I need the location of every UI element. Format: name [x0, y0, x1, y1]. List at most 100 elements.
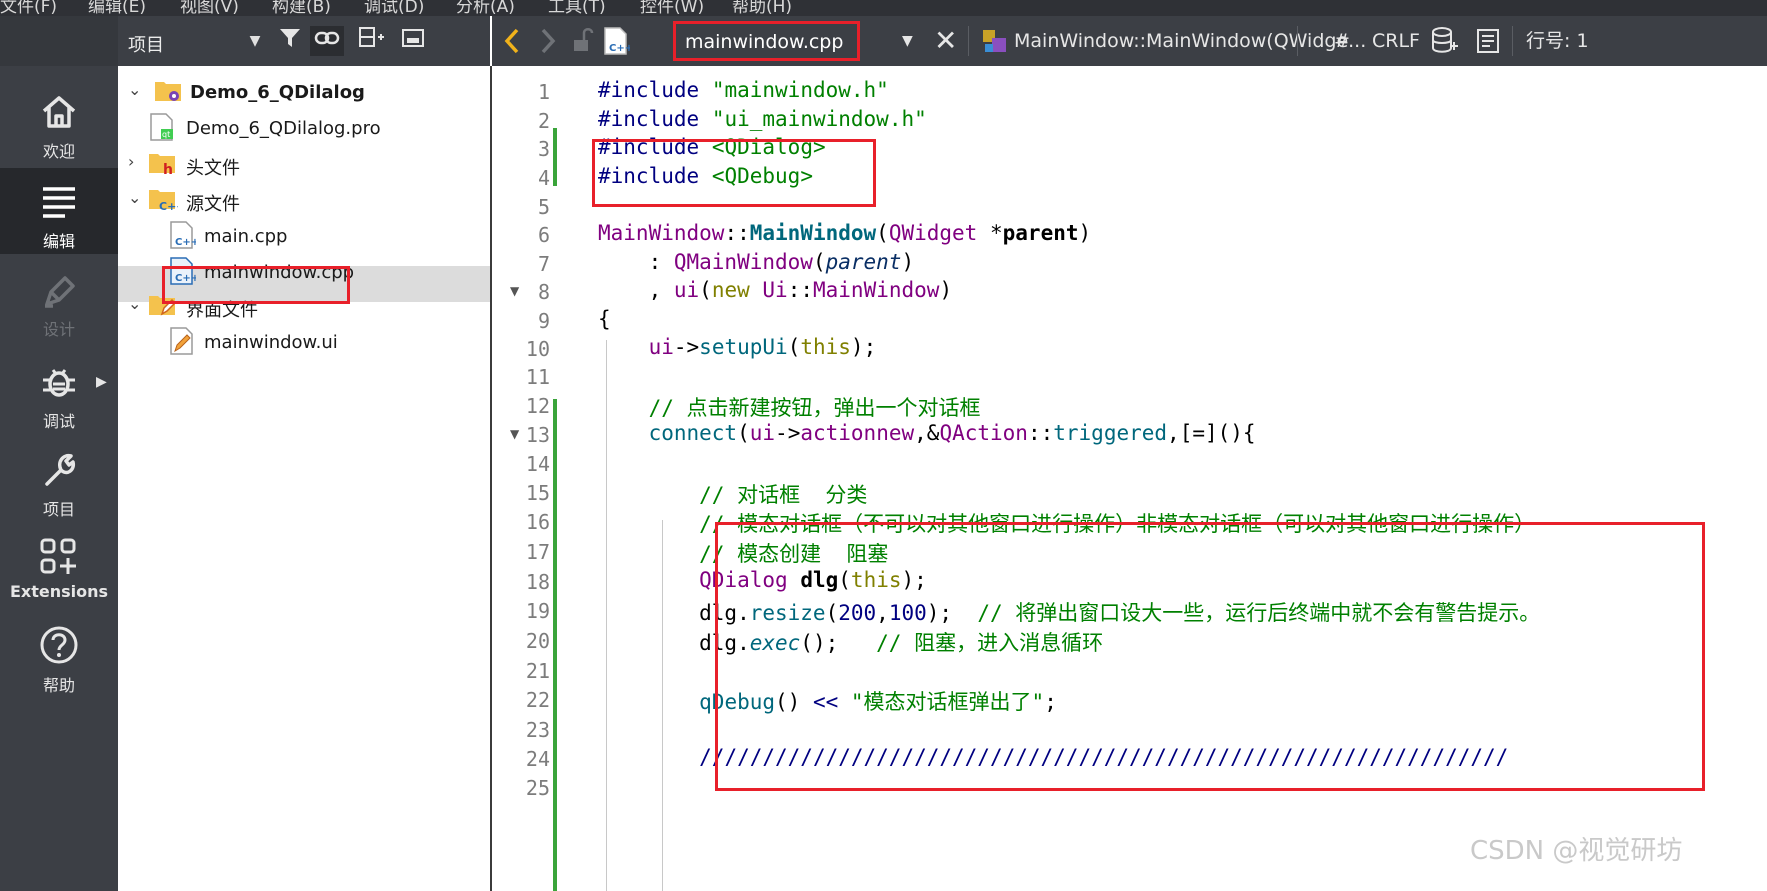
line-number: 5 — [537, 195, 550, 219]
forward-icon[interactable] — [536, 16, 560, 66]
cpp-file-icon: C++ — [602, 16, 633, 66]
menu-item[interactable]: 工具(T) — [548, 0, 606, 16]
mode-help[interactable]: 帮助 — [0, 606, 118, 696]
tree-item-main-cpp[interactable]: C++ main.cpp — [168, 218, 488, 254]
change-marker — [553, 128, 557, 186]
chevron-right-icon[interactable]: ▶ — [96, 374, 107, 390]
menu-item[interactable]: 文件(F) — [0, 0, 57, 16]
menu-item[interactable]: 编辑(E) — [88, 0, 146, 16]
tree-item-pro-file[interactable]: qt Demo_6_QDilalog.pro — [148, 110, 488, 146]
line-number: 16 — [525, 510, 550, 534]
tree-item-ui-file[interactable]: mainwindow.ui — [168, 324, 488, 360]
tree-item-label: Demo_6_QDilalog — [190, 82, 365, 103]
code-line: ui->setupUi(this); — [648, 335, 877, 359]
menu-item[interactable]: 调试(D) — [364, 0, 424, 16]
menu-bar: 文件(F) 编辑(E) 视图(V) 构建(B) 调试(D) 分析(A) 工具(T) 控件(W)… — [0, 0, 1767, 16]
lock-icon — [570, 16, 594, 66]
svg-text:h: h — [163, 162, 173, 176]
line-number: 21 — [525, 659, 550, 683]
source-folder-icon: C++ — [148, 184, 186, 214]
pen-icon — [0, 272, 118, 316]
file-dropdown-chevron-icon[interactable]: ▼ — [902, 16, 913, 66]
menu-item[interactable]: 视图(V) — [180, 0, 239, 16]
chevron-down-icon[interactable]: ⌄ — [128, 188, 141, 207]
line-number: 25 — [525, 776, 550, 800]
tree-item-label: 源文件 — [186, 194, 240, 215]
toolbar-separator — [968, 26, 969, 56]
mode-projects[interactable]: 项目 — [0, 432, 118, 519]
toolbar-separator — [1512, 26, 1513, 56]
mode-label: Extensions — [9, 582, 109, 601]
svg-text:C++: C++ — [159, 200, 178, 212]
tree-item-label: 头文件 — [186, 158, 240, 179]
line-number: 20 — [525, 629, 550, 653]
code-line: , ui(new Ui::MainWindow) — [598, 278, 953, 302]
annotation-box-tree-selection — [162, 266, 350, 304]
hash-button[interactable]: # — [1334, 16, 1350, 66]
fold-marker-icon[interactable]: ▼ — [510, 427, 519, 441]
mode-label: 项目 — [42, 500, 75, 519]
tree-item-label: Demo_6_QDilalog.pro — [186, 118, 381, 139]
tree-item-project[interactable]: ⌄ Demo_6_QDilalog — [128, 74, 488, 110]
line-number: 22 — [525, 688, 550, 712]
line-number: 19 — [525, 599, 550, 623]
header-folder-icon: h — [148, 148, 176, 178]
annotation-box-modal-dialog-code — [715, 522, 1705, 791]
mode-label: 调试 — [42, 412, 75, 431]
line-number: 11 — [525, 365, 550, 389]
fold-marker-icon[interactable]: ▼ — [510, 284, 519, 298]
line-number: 17 — [525, 540, 550, 564]
split-add-icon[interactable] — [354, 26, 388, 56]
line-number: 7 — [537, 252, 550, 276]
svg-text:qt: qt — [162, 130, 170, 139]
svg-text:C++: C++ — [175, 237, 196, 248]
back-icon[interactable] — [500, 16, 524, 66]
project-view-selector[interactable]: 项目 — [128, 31, 164, 57]
tree-item-label: main.cpp — [204, 226, 288, 247]
line-ending-selector[interactable]: CRLF — [1372, 16, 1420, 66]
chevron-down-icon[interactable]: ⌄ — [128, 80, 141, 99]
mode-extensions[interactable]: Extensions — [0, 518, 118, 606]
mode-debug[interactable]: ▶ 调试 — [0, 342, 118, 432]
link-icon[interactable] — [310, 26, 344, 56]
line-number: 18 — [525, 570, 550, 594]
project-panel-toolbar: 项目 ▼ — [118, 16, 490, 66]
chevron-down-icon[interactable]: ▼ — [238, 26, 272, 56]
tree-item-sources[interactable]: ⌄ C++ 源文件 — [128, 182, 488, 218]
mode-label: 编辑 — [42, 232, 75, 251]
close-panel-icon[interactable] — [396, 26, 430, 56]
menu-item[interactable]: 帮助(H) — [732, 0, 792, 16]
change-marker — [553, 399, 557, 891]
mode-edit[interactable]: 编辑 — [0, 168, 118, 254]
filter-icon[interactable] — [273, 26, 307, 56]
chevron-down-icon[interactable]: ⌄ — [128, 294, 141, 313]
menu-item[interactable]: 构建(B) — [272, 0, 331, 16]
chevron-right-icon[interactable]: › — [128, 152, 134, 171]
cursor-position-label: 行号: 1 — [1526, 30, 1589, 52]
menu-item[interactable]: 控件(W) — [640, 0, 704, 16]
toolbar-separator — [1297, 26, 1298, 56]
ui-file-icon — [168, 326, 196, 356]
menu-item[interactable]: 分析(A) — [456, 0, 515, 16]
code-line: // 点击新建按钮，弹出一个对话框 — [648, 396, 981, 420]
line-number: 1 — [537, 80, 550, 104]
line-number: 13 — [525, 423, 550, 447]
code-line: #include "ui_mainwindow.h" — [598, 107, 927, 131]
mode-welcome[interactable]: 欢迎 — [0, 82, 118, 168]
code-line: { — [598, 307, 611, 331]
line-number: 2 — [537, 109, 550, 133]
database-add-icon[interactable] — [1430, 16, 1458, 66]
wrench-icon — [0, 450, 118, 494]
code-line: // 对话框 分类 — [699, 483, 868, 507]
tree-item-headers[interactable]: › h 头文件 — [128, 146, 488, 182]
symbol-selector[interactable]: MainWindow::MainWindow(QWidge... — [1014, 16, 1366, 66]
mode-label: 帮助 — [42, 676, 75, 695]
document-outline-icon[interactable] — [1476, 16, 1500, 66]
line-number: 14 — [525, 452, 550, 476]
help-icon — [0, 624, 118, 670]
code-line: #include "mainwindow.h" — [598, 78, 889, 102]
line-number: 8 — [537, 280, 550, 304]
line-number: 3 — [537, 137, 550, 161]
extensions-grid-icon — [0, 536, 118, 582]
close-document-icon[interactable]: ✕ — [934, 16, 957, 66]
